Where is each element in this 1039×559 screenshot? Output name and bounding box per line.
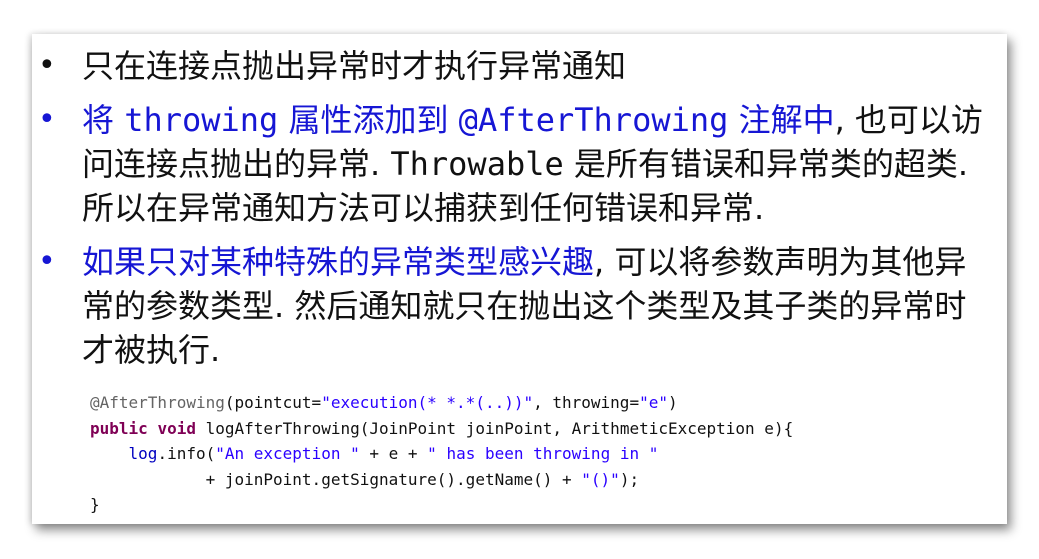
slide: • 只在连接点抛出异常时才执行异常通知 • 将 throwing 属性添加到 @… <box>32 34 1007 524</box>
code-text: ) <box>667 393 678 412</box>
code-string: "e" <box>639 393 668 412</box>
highlight-code: throwing <box>124 101 279 139</box>
bullet-highlight: 将 throwing 属性添加到 @AfterThrowing 注解中 <box>82 101 835 139</box>
code-block: @AfterThrowing(pointcut="execution(* *.*… <box>90 390 990 518</box>
bullet-dot-icon: • <box>38 102 56 137</box>
code-line-4: + joinPoint.getSignature().getName() + "… <box>90 467 990 493</box>
code-text: logAfterThrowing(JoinPoint joinPoint, Ar… <box>195 418 794 438</box>
highlight-code: @AfterThrowing <box>458 101 729 139</box>
bullet-dot-icon: • <box>38 48 56 83</box>
code-string: " has been throwing in " <box>427 444 659 463</box>
code-text: + joinPoint.getSignature().getName() + <box>90 469 582 489</box>
code-field: log <box>128 444 158 463</box>
highlight-text: 属性添加到 <box>288 101 449 139</box>
code-annotation: @AfterThrowing <box>90 393 225 412</box>
bullet-highlight: 如果只对某种特殊的异常类型感兴趣 <box>82 243 595 281</box>
code-text: + e + <box>359 444 428 463</box>
bullet-item-2: • 将 throwing 属性添加到 @AfterThrowing 注解中, 也… <box>32 98 1007 230</box>
code-text: , throwing= <box>533 393 640 412</box>
code-line-3: log.info("An exception " + e + " has bee… <box>90 441 990 467</box>
bullet-item-1: • 只在连接点抛出异常时才执行异常通知 <box>32 44 1007 88</box>
code-text: } <box>90 495 100 514</box>
code-keyword: void <box>157 418 196 438</box>
highlight-text: 注解中 <box>738 101 835 139</box>
inline-code: Throwable <box>390 145 564 183</box>
bullet-text: 只在连接点抛出异常时才执行异常通知 <box>82 47 627 85</box>
code-string: "()" <box>581 469 620 489</box>
bullet-list: • 只在连接点抛出异常时才执行异常通知 • 将 throwing 属性添加到 @… <box>32 44 1007 382</box>
code-line-5: } <box>90 492 990 518</box>
code-text: (pointcut= <box>224 393 322 412</box>
code-text: .info( <box>157 444 216 463</box>
code-keyword: public <box>90 418 148 438</box>
bullet-item-3: • 如果只对某种特殊的异常类型感兴趣, 可以将参数声明为其他异常的参数类型. 然… <box>32 240 1007 372</box>
code-line-2: public void logAfterThrowing(JoinPoint j… <box>90 416 990 442</box>
highlight-text: 将 <box>82 101 115 139</box>
code-string: "An exception " <box>215 444 360 463</box>
code-line-1: @AfterThrowing(pointcut="execution(* *.*… <box>90 390 990 416</box>
bullet-dot-icon: • <box>38 244 56 279</box>
code-text: ); <box>619 469 640 489</box>
code-string: "execution(* *.*(..))" <box>321 393 534 412</box>
